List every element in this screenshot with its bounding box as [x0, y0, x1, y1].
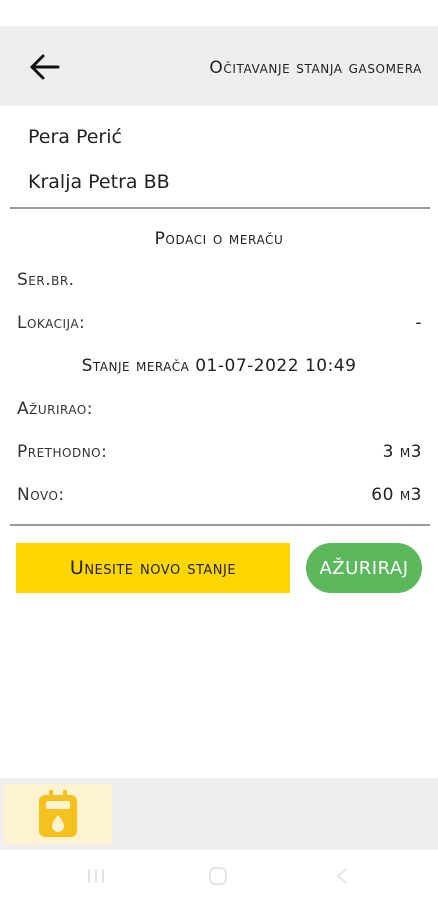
home-button[interactable]	[206, 864, 230, 888]
customer-name: Pera Perić	[28, 126, 122, 148]
serial-label: Ser.br.	[17, 270, 75, 290]
page-title: Očitavanje stanja gasomera	[209, 58, 422, 78]
meter-state-date: Stanje merača 01-07-2022 10:49	[81, 356, 357, 376]
previous-value: 3 м3	[382, 442, 422, 462]
location-label: Lokacija:	[17, 313, 86, 333]
app-bar: Očitavanje stanja gasomera	[0, 26, 438, 106]
customer-address: Kralja Petra BB	[28, 171, 170, 193]
bottom-nav	[0, 778, 438, 850]
update-button[interactable]: AŽURIRAJ	[306, 543, 422, 593]
divider	[10, 524, 430, 526]
chevron-left-icon	[336, 868, 347, 884]
enter-new-state-button[interactable]: Unesite novo stanje	[16, 543, 290, 593]
gas-meter-icon	[39, 790, 77, 837]
nav-item-gas-meter[interactable]	[4, 784, 112, 844]
home-icon	[209, 867, 227, 885]
arrow-left-icon	[30, 54, 60, 80]
previous-label: Prethodno:	[17, 442, 108, 462]
new-label: Novo:	[17, 485, 65, 505]
divider	[10, 207, 430, 209]
location-value: -	[415, 313, 422, 333]
updated-by-label: Ažurirao:	[17, 399, 94, 419]
system-nav-bar	[0, 850, 438, 900]
system-back-button[interactable]	[330, 864, 354, 888]
recent-apps-button[interactable]	[84, 864, 108, 888]
recent-apps-icon	[88, 869, 104, 883]
meter-section-title: Podaci o meraču	[154, 229, 284, 249]
new-value: 60 м3	[371, 485, 422, 505]
back-button[interactable]	[22, 50, 66, 84]
